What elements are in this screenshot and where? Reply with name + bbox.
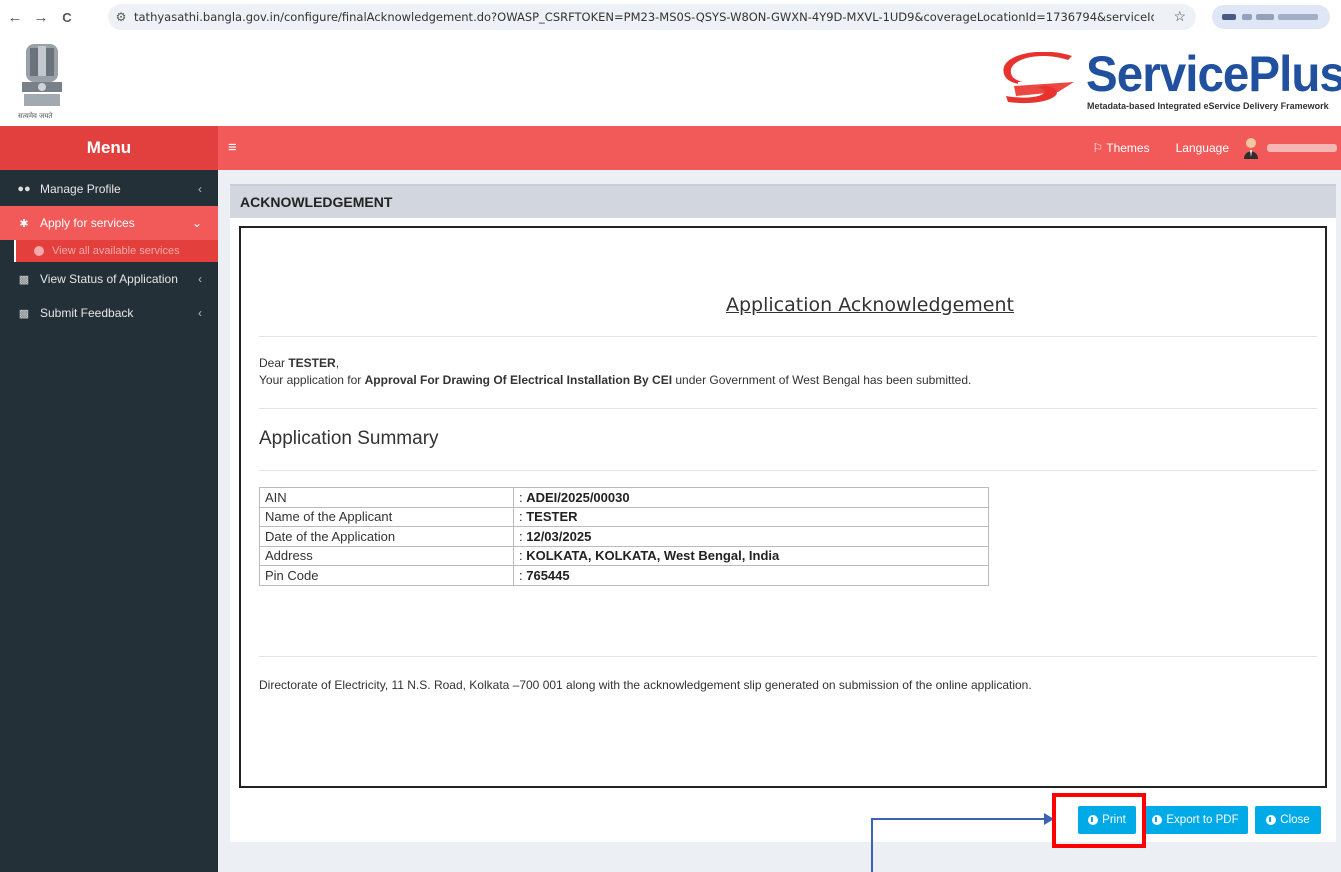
top-navbar: Menu ≡ ⚐ Themes Language [0, 126, 1341, 170]
site-header: सत्यमेव जयते ServicePlus Metadata-based … [0, 34, 1341, 126]
themes-link[interactable]: ⚐ Themes [1092, 141, 1149, 155]
sidebar-subitem-label: View all available services [52, 245, 180, 257]
applicant-name: TESTER [288, 356, 336, 370]
table-row: Pin Code: 765445 [259, 565, 989, 586]
divider [259, 470, 1317, 471]
serviceplus-swoosh-icon [1003, 52, 1076, 104]
list-icon: ▩ [18, 273, 30, 286]
sidebar-item-label: Manage Profile [40, 182, 121, 196]
hamburger-icon[interactable]: ≡ [228, 139, 237, 156]
chevron-down-icon: ⌄ [191, 216, 202, 230]
language-link[interactable]: Language [1176, 141, 1229, 155]
user-name[interactable] [1267, 144, 1337, 152]
user-avatar-icon[interactable] [1243, 137, 1259, 159]
greeting: Dear TESTER, [259, 356, 340, 370]
menu-header: Menu [0, 126, 218, 170]
sidebar-item-apply-for-services[interactable]: ✱ Apply for services ⌄ [0, 206, 218, 240]
browser-toolbar: ← → C ⚙ tathyasathi.bangla.gov.in/config… [0, 0, 1341, 34]
chevron-left-icon: ‹ [198, 272, 202, 286]
close-icon [1266, 815, 1277, 825]
users-icon: ●● [17, 183, 31, 195]
export-icon [1152, 815, 1163, 825]
summary-title: Application Summary [259, 428, 439, 449]
url-text[interactable]: tathyasathi.bangla.gov.in/configure/fina… [134, 10, 1154, 24]
forward-icon[interactable]: → [30, 9, 52, 26]
sidebar-item-manage-profile[interactable]: ●● Manage Profile ‹ [0, 172, 218, 206]
table-row: AIN: ADEI/2025/00030 [259, 487, 989, 508]
submission-message: Your application for Approval For Drawin… [259, 373, 972, 387]
national-emblem-icon [22, 44, 62, 106]
sidebar: ●● Manage Profile ‹ ✱ Apply for services… [0, 170, 218, 872]
ack-title: Application Acknowledgement [726, 294, 1014, 316]
callout-line [871, 818, 1047, 820]
arrow-circle-icon [34, 246, 44, 256]
service-name: Approval For Drawing Of Electrical Insta… [364, 373, 673, 387]
footer-note: Directorate of Electricity, 11 N.S. Road… [259, 678, 1032, 692]
back-icon[interactable]: ← [4, 9, 26, 26]
serviceplus-logo: ServicePlus Metadata-based Integrated eS… [998, 46, 1341, 118]
reload-icon[interactable]: C [56, 10, 78, 25]
chevron-left-icon: ‹ [198, 182, 202, 196]
gears-icon: ✱ [19, 217, 29, 230]
brand-tagline: Metadata-based Integrated eService Deliv… [1087, 101, 1329, 111]
brand-name: ServicePlus [1086, 46, 1341, 102]
divider [259, 656, 1317, 657]
action-buttons: Print Export to PDF Close [230, 806, 1336, 834]
sidebar-item-submit-feedback[interactable]: ▩ Submit Feedback ‹ [0, 296, 218, 330]
acknowledgement-slip: Application Acknowledgement Dear TESTER,… [239, 226, 1327, 788]
divider [259, 408, 1317, 409]
list-icon: ▩ [18, 307, 30, 320]
browser-profile-chip[interactable] [1212, 5, 1330, 29]
table-row: Name of the Applicant: TESTER [259, 506, 989, 527]
summary-table: AIN: ADEI/2025/00030 Name of the Applica… [259, 487, 989, 586]
print-highlight-box [1052, 793, 1146, 848]
table-row: Address: KOLKATA, KOLKATA, West Bengal, … [259, 545, 989, 566]
sidebar-item-label: Apply for services [40, 216, 135, 230]
acknowledgement-panel: ACKNOWLEDGEMENT Application Acknowledgem… [230, 184, 1336, 842]
address-bar[interactable]: ⚙ tathyasathi.bangla.gov.in/configure/fi… [108, 4, 1196, 30]
sidebar-item-label: View Status of Application [40, 272, 178, 286]
sidebar-item-label: Submit Feedback [40, 306, 134, 320]
close-button[interactable]: Close [1255, 806, 1321, 834]
bookmark-star-icon[interactable]: ☆ [1173, 8, 1186, 25]
divider [259, 336, 1317, 337]
sidebar-item-view-status[interactable]: ▩ View Status of Application ‹ [0, 262, 218, 296]
sidebar-subitem-view-all-services[interactable]: View all available services [14, 240, 218, 262]
emblem-caption: सत्यमेव जयते [18, 112, 53, 120]
callout-line [871, 819, 873, 872]
panel-title: ACKNOWLEDGEMENT [230, 186, 1336, 218]
table-row: Date of the Application: 12/03/2025 [259, 526, 989, 547]
chevron-left-icon: ‹ [198, 306, 202, 320]
site-info-icon[interactable]: ⚙ [108, 10, 134, 24]
export-pdf-button[interactable]: Export to PDF [1143, 806, 1248, 834]
